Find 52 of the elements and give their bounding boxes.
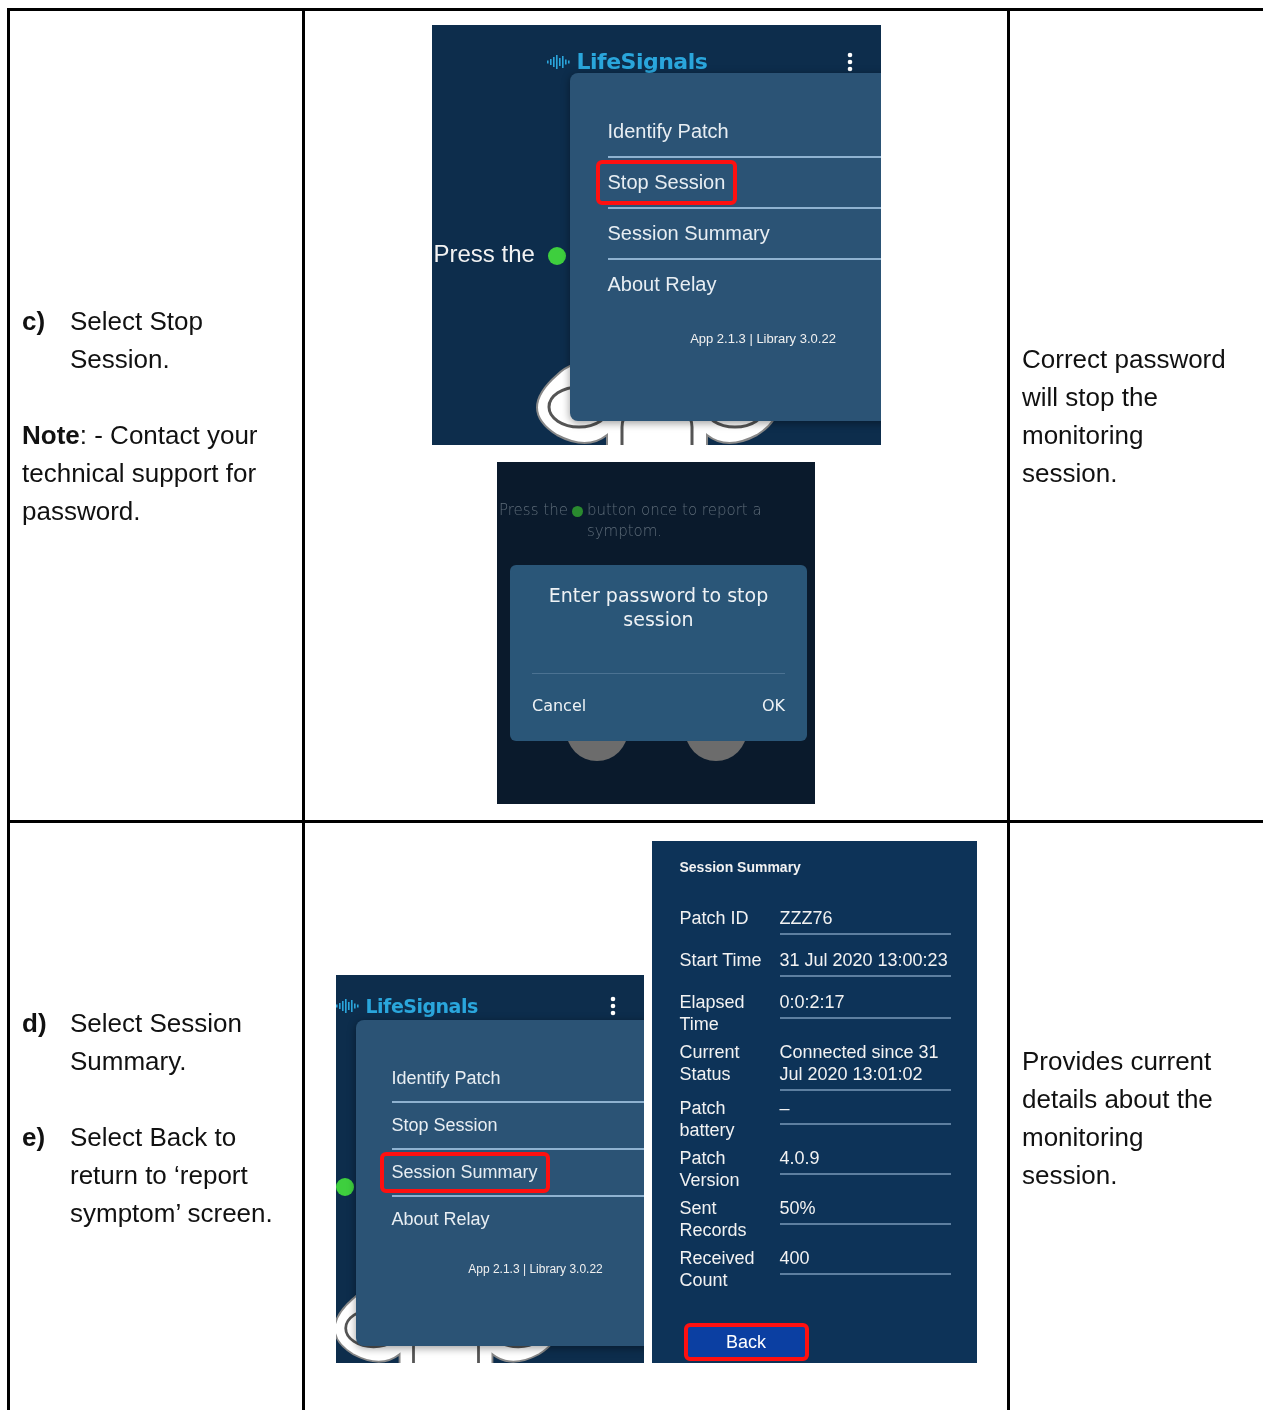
note-text: Note: - Contact your technical support for password.: [22, 418, 259, 528]
step-marker: c): [22, 304, 47, 338]
field-label: Patch Version: [679, 1147, 741, 1191]
field-label: Patch battery: [679, 1097, 736, 1141]
waveform-icon: [546, 53, 571, 70]
instruction-text: button once to report a symptom.: [586, 500, 763, 542]
step-marker: d): [22, 1007, 48, 1040]
back-button[interactable]: Back: [683, 1323, 809, 1361]
dialog-button[interactable]: Cancel: [532, 696, 587, 715]
menu-option[interactable]: Identify Patch: [595, 109, 741, 154]
field-label: Sent Records: [679, 1197, 748, 1241]
version-text: App 2.1.3 | Library 3.0.22: [467, 1262, 604, 1276]
field-value: 0:0:2:17: [779, 985, 951, 1019]
field-value: Connected since 31 Jul 2020 13:01:02: [779, 1035, 951, 1091]
instruction-text: Press the: [499, 500, 568, 521]
step-text: Select Stop Session.: [70, 304, 204, 376]
field-label: Current Status: [679, 1041, 741, 1085]
menu-option[interactable]: Stop Session: [595, 160, 738, 205]
field-label: Received Count: [679, 1247, 756, 1291]
step-text: Select Session Summary.: [70, 1007, 243, 1078]
more-options-icon[interactable]: [609, 995, 616, 1017]
waveform-icon: [335, 998, 360, 1014]
field-value: 400: [779, 1241, 951, 1275]
description-text: Correct password will stop the monitoring session.: [1022, 342, 1227, 490]
menu-option[interactable]: Session Summary: [379, 1152, 550, 1193]
field-value: 4.0.9: [779, 1141, 951, 1175]
menu-option[interactable]: Stop Session: [379, 1105, 510, 1146]
step-text: Select Back to return to ‘report symptom’ screen.: [70, 1121, 274, 1230]
field-value: ZZZ76: [779, 901, 951, 935]
field-label: Elapsed Time: [679, 991, 746, 1035]
menu-option[interactable]: About Relay: [379, 1199, 502, 1240]
field-label: Start Time: [679, 949, 763, 971]
step-marker: e): [22, 1121, 47, 1154]
field-value: 31 Jul 2020 13:00:23: [779, 943, 951, 977]
version-text: App 2.1.3 | Library 3.0.22: [689, 331, 837, 346]
field-value: –: [779, 1091, 951, 1125]
field-label: Patch ID: [679, 907, 750, 929]
app-logo: LifeSignals: [576, 49, 708, 74]
dialog-button[interactable]: OK: [761, 696, 785, 715]
dialog-title: Enter password to stop session: [547, 583, 770, 631]
more-options-icon[interactable]: [846, 50, 853, 73]
field-value: 50%: [779, 1191, 951, 1225]
menu-option[interactable]: Identify Patch: [379, 1058, 513, 1099]
menu-option[interactable]: Session Summary: [595, 211, 782, 256]
screen-title: Session Summary: [679, 859, 802, 875]
description-text: Provides current details about the monitoring session.: [1022, 1045, 1214, 1192]
report-button-icon: [335, 1178, 354, 1196]
app-logo: LifeSignals: [365, 995, 478, 1017]
instruction-text: Press the: [433, 240, 535, 268]
menu-option[interactable]: About Relay: [595, 262, 729, 307]
report-button-icon: [547, 247, 566, 265]
report-button-icon: [571, 506, 583, 517]
